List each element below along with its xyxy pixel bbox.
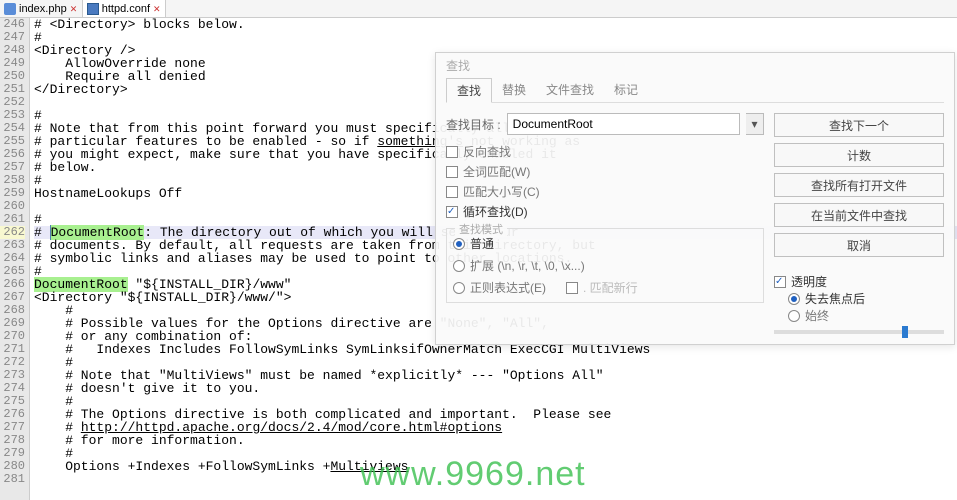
checkbox-wrap[interactable] — [446, 206, 458, 218]
code-line[interactable]: # — [34, 31, 957, 44]
checkbox-match-case[interactable] — [446, 186, 458, 198]
radio-label: 普通 — [470, 235, 494, 252]
find-target-label: 查找目标 : — [446, 116, 501, 133]
checkbox-label: 匹配大小写(C) — [463, 183, 540, 200]
find-tab-files[interactable]: 文件查找 — [536, 78, 604, 102]
close-icon[interactable]: ✕ — [70, 5, 78, 13]
search-mode-title: 查找模式 — [455, 221, 507, 237]
tab-bar: index.php ✕ httpd.conf ✕ — [0, 0, 957, 18]
radio-label: 失去焦点后 — [805, 290, 865, 307]
find-dialog-tabs: 查找 替换 文件查找 标记 — [446, 78, 944, 103]
radio-label: 扩展 (\n, \r, \t, \0, \x...) — [470, 257, 585, 274]
tab-httpd-conf[interactable]: httpd.conf ✕ — [83, 0, 166, 17]
checkbox-reverse[interactable] — [446, 146, 458, 158]
count-button[interactable]: 计数 — [774, 143, 944, 167]
find-dialog-title: 查找 — [446, 57, 944, 74]
search-mode-group: 查找模式 普通 扩展 (\n, \r, \t, \0, \x...) 正则表达式… — [446, 228, 764, 303]
dropdown-icon[interactable]: ▾ — [746, 113, 764, 135]
cancel-button[interactable]: 取消 — [774, 233, 944, 257]
code-line[interactable]: # <Directory> blocks below. — [34, 18, 957, 31]
checkbox-label: 透明度 — [791, 273, 827, 290]
radio-normal[interactable] — [453, 238, 465, 250]
checkbox-label: 反向查找 — [463, 143, 511, 160]
file-icon — [87, 3, 99, 15]
find-tab-find[interactable]: 查找 — [446, 78, 492, 103]
find-dialog: 查找 查找 替换 文件查找 标记 查找目标 : ▾ 反向查找 全词匹配(W) 匹… — [435, 52, 955, 345]
radio-on-blur[interactable] — [788, 293, 800, 305]
find-target-input[interactable] — [507, 113, 740, 135]
line-number: 281 — [0, 473, 25, 486]
close-icon[interactable]: ✕ — [153, 5, 161, 13]
code-line[interactable]: # doesn't give it to you. — [34, 382, 957, 395]
radio-always[interactable] — [788, 310, 800, 322]
find-next-button[interactable]: 查找下一个 — [774, 113, 944, 137]
tab-label: index.php — [19, 3, 67, 15]
checkbox-label: 全词匹配(W) — [463, 163, 530, 180]
checkbox-whole-word[interactable] — [446, 166, 458, 178]
line-number-gutter: 2462472482492502512522532542552562572582… — [0, 18, 30, 500]
find-all-open-button[interactable]: 查找所有打开文件 — [774, 173, 944, 197]
tab-index-php[interactable]: index.php ✕ — [0, 0, 83, 17]
tab-label: httpd.conf — [102, 3, 150, 15]
slider-thumb[interactable] — [902, 326, 908, 338]
radio-label: 始终 — [805, 307, 829, 324]
checkbox-label: 循环查找(D) — [463, 203, 528, 220]
file-icon — [4, 3, 16, 15]
checkbox-transparency[interactable] — [774, 276, 786, 288]
checkbox-label: . 匹配新行 — [583, 279, 638, 296]
radio-extended[interactable] — [453, 260, 465, 272]
checkbox-dot-newline — [566, 282, 578, 294]
radio-label: 正则表达式(E) — [470, 279, 546, 296]
code-line[interactable]: # for more information. — [34, 434, 957, 447]
find-tab-replace[interactable]: 替换 — [492, 78, 536, 102]
find-tab-mark[interactable]: 标记 — [604, 78, 648, 102]
watermark-text: www.9969.net — [360, 455, 586, 494]
radio-regex[interactable] — [453, 282, 465, 294]
find-all-current-button[interactable]: 在当前文件中查找 — [774, 203, 944, 227]
transparency-slider[interactable] — [774, 330, 944, 334]
